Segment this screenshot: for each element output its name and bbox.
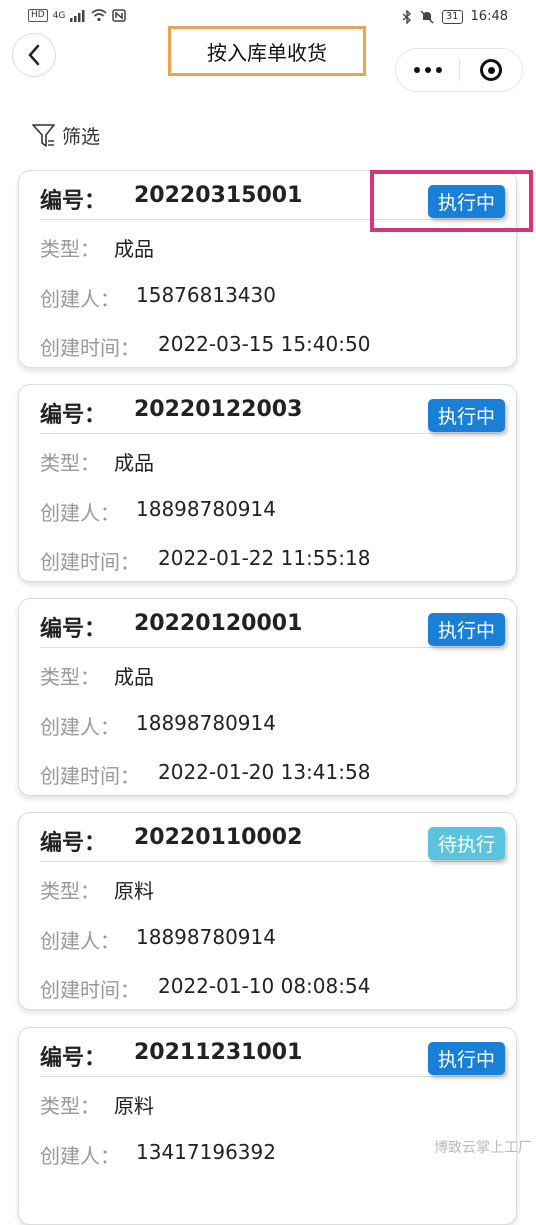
status-badge[interactable]: 执行中 — [428, 1042, 505, 1075]
close-miniapp-button[interactable] — [460, 59, 522, 81]
creator-value: 13417196392 — [136, 1140, 276, 1164]
created-at-row: 创建时间： 2022-03-15 15:40:50 — [40, 332, 370, 361]
created-at-value: 2022-03-15 15:40:50 — [158, 332, 371, 356]
network-badge: 4G — [52, 10, 66, 21]
miniapp-capsule — [395, 48, 523, 92]
type-row: 类型： 成品 — [40, 661, 154, 690]
watermark: 博致云掌上工厂 — [434, 1140, 532, 1156]
type-value: 原料 — [114, 1094, 154, 1118]
type-value: 成品 — [114, 665, 154, 689]
status-badge[interactable]: 待执行 — [428, 827, 505, 860]
creator-value: 18898780914 — [136, 925, 276, 949]
mute-icon — [420, 9, 434, 24]
back-button[interactable] — [12, 33, 56, 77]
status-badge[interactable]: 执行中 — [428, 613, 505, 646]
order-card[interactable]: 编号： 20220110002 待执行 类型： 原料 创建人： 1889878091… — [18, 812, 517, 1010]
created-at-row: 创建时间： 2022-01-10 08:08:54 — [40, 974, 370, 1003]
code-label: 编号： — [40, 403, 107, 428]
card-header: 编号： 20220120001 执行中 — [40, 609, 505, 648]
created-at-value: 2022-01-10 08:08:54 — [158, 974, 371, 998]
more-dot — [424, 67, 431, 73]
created-at-value: 2022-01-22 11:55:18 — [158, 546, 371, 570]
order-code: 20211231001 — [134, 1040, 303, 1065]
creator-value: 18898780914 — [136, 497, 276, 521]
nfc-icon — [112, 9, 127, 22]
creator-value: 18898780914 — [136, 711, 276, 735]
created-at-row: 创建时间： 2022-01-22 11:55:18 — [40, 546, 370, 575]
creator-row: 创建人： 18898780914 — [40, 497, 276, 526]
more-dots-icon — [413, 67, 420, 73]
hd-badge: HD — [28, 9, 48, 22]
type-value: 成品 — [114, 451, 154, 475]
order-code: 20220122003 — [134, 397, 303, 422]
code-label: 编号： — [40, 831, 107, 856]
created-at-label: 创建时间： — [40, 336, 140, 360]
order-card[interactable]: 编号： 20211231001 执行中 类型： 原料 创建人： 1341719639… — [18, 1027, 517, 1225]
code-label: 编号： — [40, 1046, 107, 1071]
order-card[interactable]: 编号： 20220122003 执行中 类型： 成品 创建人： 1889878091… — [18, 384, 517, 582]
creator-row: 创建人： 18898780914 — [40, 925, 276, 954]
creator-label: 创建人： — [40, 1144, 120, 1168]
type-value: 成品 — [114, 237, 154, 261]
wifi-icon — [91, 9, 107, 22]
card-header: 编号： 20211231001 执行中 — [40, 1038, 505, 1077]
created-at-value: 2022-01-20 13:41:58 — [158, 760, 371, 784]
type-label: 类型： — [40, 237, 100, 261]
order-code: 20220315001 — [134, 183, 303, 208]
created-at-row: 创建时间： 2022-01-20 13:41:58 — [40, 760, 370, 789]
type-label: 类型： — [40, 879, 100, 903]
type-row: 类型： 原料 — [40, 1090, 154, 1119]
type-row: 类型： 成品 — [40, 447, 154, 476]
code-label: 编号： — [40, 617, 107, 642]
creator-label: 创建人： — [40, 287, 120, 311]
created-at-label: 创建时间： — [40, 550, 140, 574]
type-row: 类型： 成品 — [40, 233, 154, 262]
type-label: 类型： — [40, 451, 100, 475]
creator-value: 15876813430 — [136, 283, 276, 307]
filter-button[interactable]: 筛选 — [32, 122, 100, 149]
page-title: 按入库单收货 — [168, 26, 366, 76]
target-close-icon — [480, 59, 502, 81]
creator-label: 创建人： — [40, 715, 120, 739]
creator-row: 创建人： 18898780914 — [40, 711, 276, 740]
type-row: 类型： 原料 — [40, 875, 154, 904]
more-dot — [435, 67, 442, 73]
status-highlight-outline — [370, 170, 533, 232]
type-value: 原料 — [114, 879, 154, 903]
bluetooth-icon — [402, 9, 411, 24]
chevron-left-icon — [28, 44, 40, 66]
creator-label: 创建人： — [40, 929, 120, 953]
type-label: 类型： — [40, 665, 100, 689]
more-button[interactable] — [396, 67, 459, 73]
creator-label: 创建人： — [40, 501, 120, 525]
card-header: 编号： 20220110002 待执行 — [40, 823, 505, 862]
type-label: 类型： — [40, 1094, 100, 1118]
clock-time: 16:48 — [470, 9, 508, 24]
battery-icon: 31 — [441, 9, 463, 24]
creator-row: 创建人： 13417196392 — [40, 1140, 276, 1169]
signal-icon — [70, 9, 85, 22]
code-label: 编号： — [40, 189, 107, 214]
filter-label: 筛选 — [62, 126, 101, 148]
order-code: 20220120001 — [134, 611, 303, 636]
funnel-icon — [32, 123, 55, 147]
creator-row: 创建人： 15876813430 — [40, 283, 276, 312]
card-header: 编号： 20220122003 执行中 — [40, 395, 505, 434]
order-card[interactable]: 编号： 20220120001 执行中 类型： 成品 创建人： 1889878091… — [18, 598, 517, 796]
created-at-label: 创建时间： — [40, 764, 140, 788]
status-badge[interactable]: 执行中 — [428, 399, 505, 432]
order-code: 20220110002 — [134, 825, 303, 850]
created-at-label: 创建时间： — [40, 978, 140, 1002]
